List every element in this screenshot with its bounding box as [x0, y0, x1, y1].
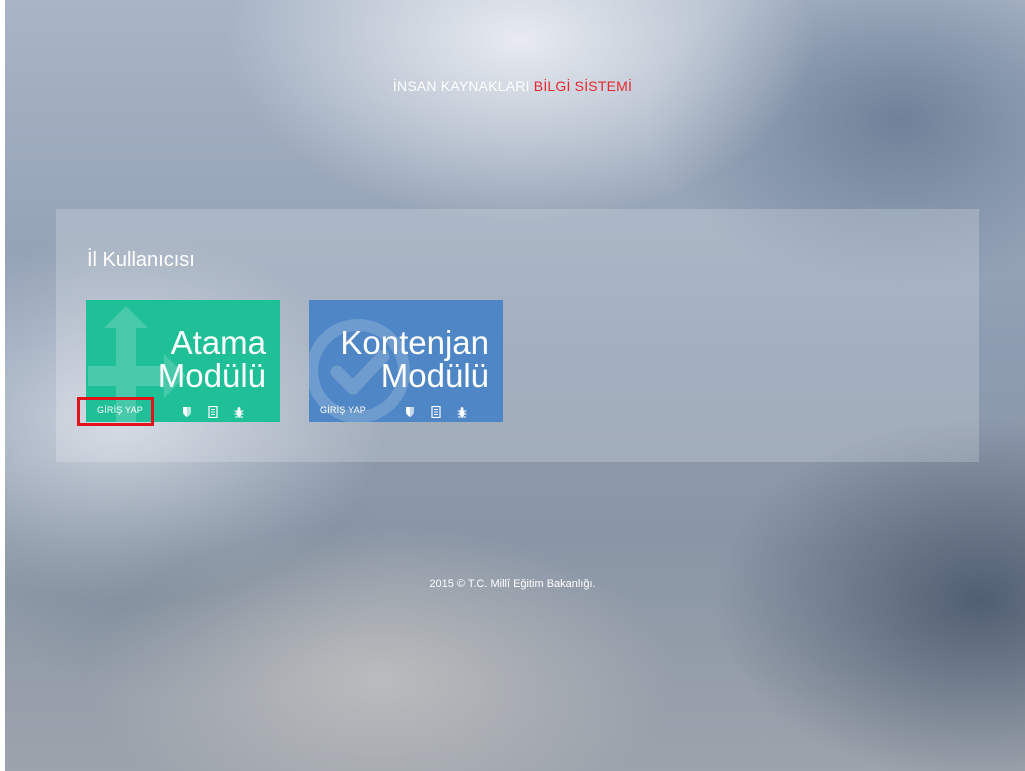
tile-title-line-1: Kontenjan	[340, 324, 489, 361]
title-part-2: BİLGİ SİSTEMİ	[533, 78, 633, 94]
shield-icon[interactable]	[405, 405, 415, 417]
tile-title-line-1: Atama	[170, 324, 266, 361]
tile-title-line-2: Modülü	[380, 357, 489, 394]
tile-footer-icons	[182, 405, 244, 419]
login-highlight-box	[77, 397, 154, 426]
tile-footer: GİRİŞ YAP	[309, 398, 503, 422]
shield-icon[interactable]	[182, 405, 192, 417]
tile-footer-icons	[405, 405, 467, 419]
document-icon[interactable]	[431, 405, 441, 419]
tile-title-line-2: Modülü	[157, 357, 266, 394]
bug-icon[interactable]	[234, 405, 244, 418]
left-edge-strip	[0, 0, 5, 771]
copyright-footer: 2015 © T.C. Millî Eğitim Bakanlığı.	[429, 578, 596, 590]
bug-icon[interactable]	[457, 405, 467, 418]
title-part-1: İNSAN KAYNAKLARI	[392, 78, 530, 94]
tile-title: Atama Modülü	[158, 326, 266, 392]
module-panel: İl Kullanıcısı Atama Modülü GİRİŞ YAP Ko…	[56, 209, 979, 462]
tile-kontenjan-modulu[interactable]: Kontenjan Modülü GİRİŞ YAP	[309, 300, 503, 422]
panel-title: İl Kullanıcısı	[87, 249, 195, 271]
tile-title: Kontenjan Modülü	[340, 326, 489, 392]
login-button-kontenjan[interactable]: GİRİŞ YAP	[320, 405, 366, 415]
page-title: İNSAN KAYNAKLARI BİLGİ SİSTEMİ	[0, 78, 1025, 94]
document-icon[interactable]	[208, 405, 218, 419]
